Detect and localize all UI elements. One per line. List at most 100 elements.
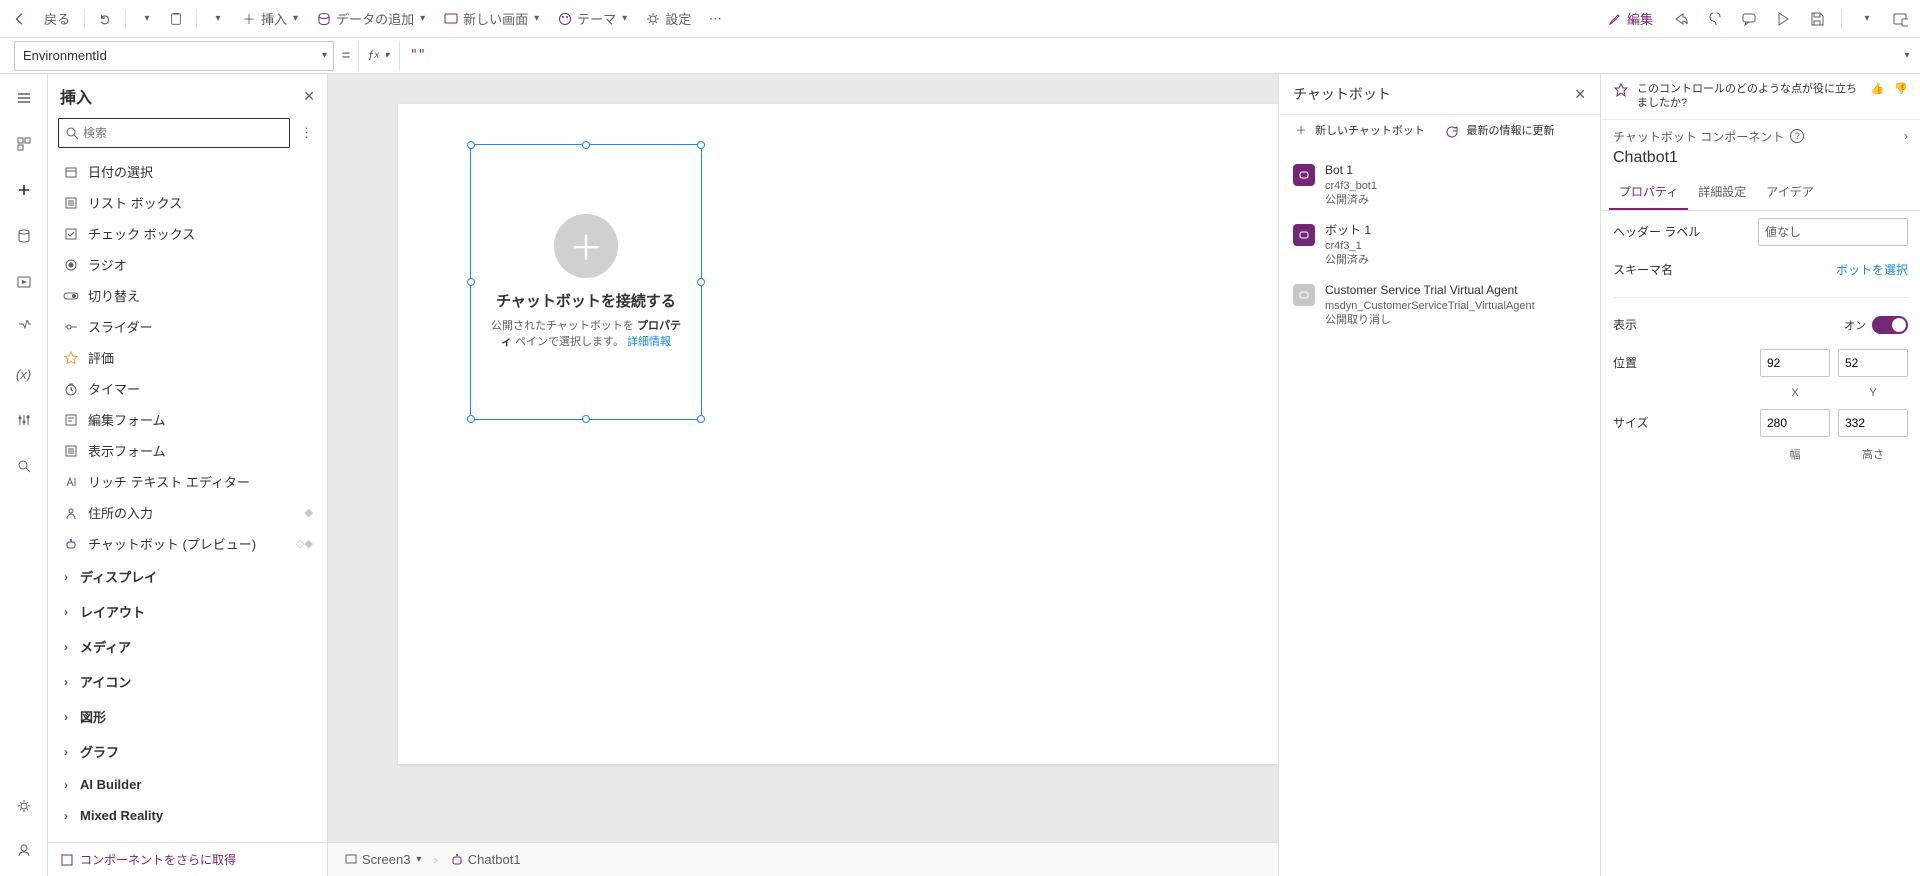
undo-icon[interactable] bbox=[91, 5, 119, 33]
canvas-page[interactable]: ＋ チャットボットを接続する 公開されたチャットボットを プロパティ ペインで選… bbox=[398, 104, 1278, 764]
variable-rail-icon[interactable]: (x) bbox=[8, 358, 40, 390]
insert-search-row: ⋮ bbox=[48, 114, 327, 156]
close-icon[interactable]: ✕ bbox=[303, 88, 315, 105]
bot-row-0[interactable]: Bot 1cr4f3_bot1公開済み bbox=[1279, 155, 1600, 215]
back-button[interactable]: 戻る bbox=[36, 5, 78, 32]
fx-icon[interactable]: fx▾ bbox=[358, 41, 400, 71]
insert-group-0[interactable]: ディスプレイ bbox=[48, 559, 327, 594]
insert-more-icon[interactable]: ⋮ bbox=[296, 121, 317, 145]
insert-button[interactable]: ＋ 挿入▾ bbox=[233, 5, 306, 32]
insert-item-12[interactable]: チャットボット (プレビュー)◇◆ bbox=[48, 528, 327, 559]
settings-rail-icon[interactable] bbox=[8, 790, 40, 822]
resize-handle[interactable] bbox=[697, 415, 705, 423]
thumbs-down-icon[interactable]: 👎 bbox=[1894, 82, 1908, 95]
info-icon[interactable]: ? bbox=[1790, 129, 1804, 143]
resize-handle[interactable] bbox=[467, 415, 475, 423]
insert-rail-icon[interactable] bbox=[8, 174, 40, 206]
bot-row-1[interactable]: ボット 1cr4f3_1公開済み bbox=[1279, 215, 1600, 275]
play-icon[interactable] bbox=[1769, 5, 1797, 33]
insert-item-3[interactable]: ラジオ bbox=[48, 249, 327, 280]
undo-chevron-icon[interactable]: ▾ bbox=[132, 5, 160, 33]
tab-ideas[interactable]: アイデア bbox=[1756, 175, 1823, 210]
insert-group-2[interactable]: メディア bbox=[48, 629, 327, 664]
data-rail-icon[interactable] bbox=[8, 220, 40, 252]
insert-group-7[interactable]: Mixed Reality bbox=[48, 800, 327, 831]
resize-handle[interactable] bbox=[697, 278, 705, 286]
close-icon[interactable]: ✕ bbox=[1574, 86, 1586, 103]
canvas-scroll[interactable]: ＋ チャットボットを接続する 公開されたチャットボットを プロパティ ペインで選… bbox=[328, 74, 1278, 842]
new-screen-button[interactable]: 新しい画面▾ bbox=[435, 5, 547, 32]
new-chatbot-button[interactable]: ＋ 新しいチャットボット bbox=[1293, 125, 1435, 139]
insert-item-10[interactable]: リッチ テキスト エディター bbox=[48, 466, 327, 497]
resize-handle[interactable] bbox=[582, 141, 590, 149]
position-y-input[interactable] bbox=[1838, 349, 1908, 377]
virtual-agent-rail-icon[interactable] bbox=[8, 834, 40, 866]
theme-button[interactable]: テーマ▾ bbox=[549, 5, 635, 32]
breadcrumb-screen[interactable]: Screen3 ▾ bbox=[338, 848, 427, 871]
placeholder-link[interactable]: 詳細情報 bbox=[627, 336, 671, 348]
overflow-icon[interactable]: ⋯ bbox=[701, 5, 729, 33]
select-bot-link[interactable]: ボットを選択 bbox=[1836, 261, 1908, 278]
insert-panel-title: 挿入 bbox=[60, 84, 303, 108]
insert-item-7[interactable]: タイマー bbox=[48, 373, 327, 404]
publish-icon[interactable] bbox=[1886, 5, 1914, 33]
tree-view-icon[interactable] bbox=[8, 128, 40, 160]
insert-group-6[interactable]: AI Builder bbox=[48, 769, 327, 800]
back-arrow-icon[interactable] bbox=[6, 5, 34, 33]
insert-group-5[interactable]: グラフ bbox=[48, 734, 327, 769]
thumbs-up-icon[interactable]: 👍 bbox=[1871, 82, 1885, 95]
chatbot-control[interactable]: ＋ チャットボットを接続する 公開されたチャットボットを プロパティ ペインで選… bbox=[470, 144, 702, 420]
insert-item-2[interactable]: チェック ボックス bbox=[48, 218, 327, 249]
insert-search-input[interactable] bbox=[83, 126, 283, 140]
settings-button[interactable]: 設定 bbox=[637, 5, 699, 32]
header-label-input[interactable] bbox=[1758, 218, 1908, 246]
resize-handle[interactable] bbox=[467, 278, 475, 286]
tools-rail-icon[interactable] bbox=[8, 404, 40, 436]
add-data-button[interactable]: データの追加▾ bbox=[308, 5, 433, 32]
back-label: 戻る bbox=[44, 9, 70, 28]
save-chevron-icon[interactable]: ▾ bbox=[1852, 5, 1880, 33]
hamburger-icon[interactable] bbox=[8, 82, 40, 114]
checker-icon[interactable] bbox=[1701, 5, 1729, 33]
refresh-button[interactable]: 最新の情報に更新 bbox=[1445, 125, 1587, 139]
media-rail-icon[interactable] bbox=[8, 266, 40, 298]
comment-icon[interactable] bbox=[1735, 5, 1763, 33]
get-more-components[interactable]: コンポーネントをさらに取得 bbox=[48, 842, 327, 876]
size-h-input[interactable] bbox=[1838, 409, 1908, 437]
insert-item-0[interactable]: 日付の選択 bbox=[48, 156, 327, 187]
formula-expand-icon[interactable]: ▾ bbox=[1892, 50, 1920, 61]
placeholder-subtitle: 公開されたチャットボットを プロパティ ペインで選択します。 詳細情報 bbox=[491, 319, 681, 350]
share-icon[interactable] bbox=[1667, 5, 1695, 33]
expand-icon[interactable]: › bbox=[1904, 129, 1908, 143]
insert-list[interactable]: 日付の選択リスト ボックスチェック ボックスラジオ切り替えスライダー評価タイマー… bbox=[48, 156, 327, 842]
insert-item-1[interactable]: リスト ボックス bbox=[48, 187, 327, 218]
resize-handle[interactable] bbox=[582, 415, 590, 423]
position-x-input[interactable] bbox=[1760, 349, 1830, 377]
insert-item-5[interactable]: スライダー bbox=[48, 311, 327, 342]
save-icon[interactable] bbox=[1803, 5, 1831, 33]
insert-item-4[interactable]: 切り替え bbox=[48, 280, 327, 311]
formula-input[interactable] bbox=[400, 41, 1892, 71]
paste-chevron-icon[interactable]: ▾ bbox=[203, 5, 231, 33]
insert-search-box[interactable] bbox=[58, 118, 290, 148]
display-toggle[interactable] bbox=[1872, 316, 1908, 334]
insert-item-9[interactable]: 表示フォーム bbox=[48, 435, 327, 466]
insert-group-3[interactable]: アイコン bbox=[48, 664, 327, 699]
search-rail-icon[interactable] bbox=[8, 450, 40, 482]
size-w-input[interactable] bbox=[1760, 409, 1830, 437]
resize-handle[interactable] bbox=[467, 141, 475, 149]
insert-group-1[interactable]: レイアウト bbox=[48, 594, 327, 629]
property-selector[interactable]: EnvironmentId bbox=[14, 41, 334, 71]
insert-item-11[interactable]: 住所の入力◆ bbox=[48, 497, 327, 528]
paste-icon[interactable] bbox=[162, 5, 190, 33]
insert-item-8[interactable]: 編集フォーム bbox=[48, 404, 327, 435]
bot-row-2[interactable]: Customer Service Trial Virtual Agentmsdy… bbox=[1279, 275, 1600, 335]
insert-item-6[interactable]: 評価 bbox=[48, 342, 327, 373]
resize-handle[interactable] bbox=[697, 141, 705, 149]
tab-advanced[interactable]: 詳細設定 bbox=[1688, 175, 1756, 210]
breadcrumb-control[interactable]: Chatbot1 bbox=[444, 848, 527, 871]
edit-button[interactable]: 編集 bbox=[1599, 5, 1661, 32]
insert-group-4[interactable]: 図形 bbox=[48, 699, 327, 734]
flow-rail-icon[interactable] bbox=[8, 312, 40, 344]
tab-properties[interactable]: プロパティ bbox=[1609, 175, 1688, 210]
